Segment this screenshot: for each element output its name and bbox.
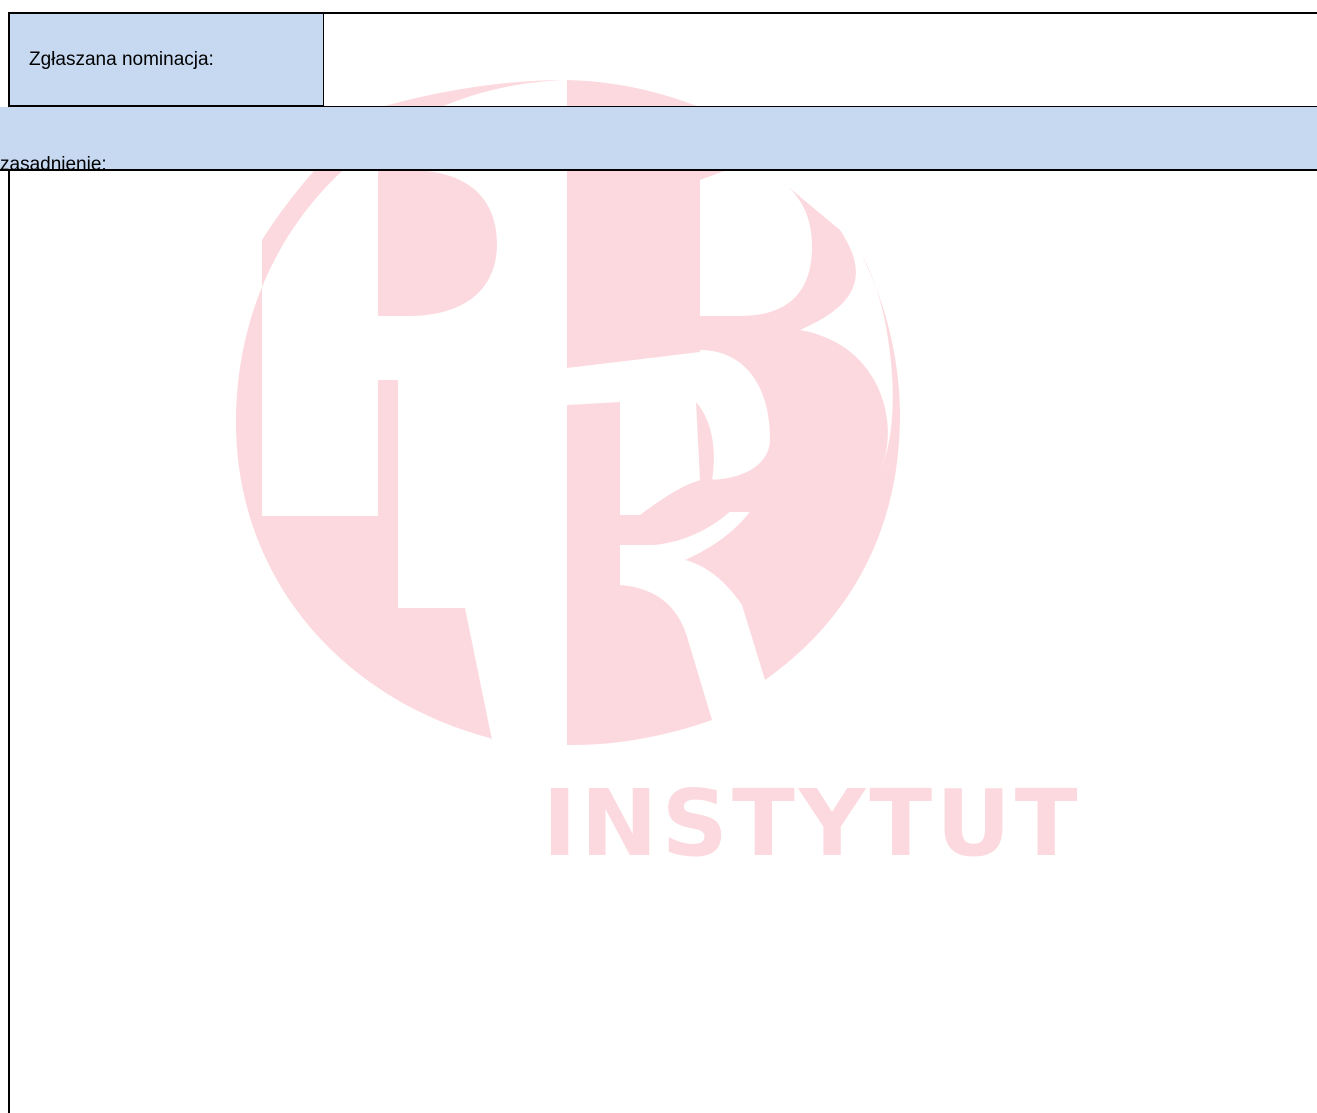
- nomination-label: Zgłaszana nominacja:: [29, 48, 214, 70]
- nomination-value-field[interactable]: [324, 12, 1317, 107]
- nomination-label-cell: Zgłaszana nominacja:: [8, 12, 324, 107]
- nomination-form: Zgłaszana nominacja: zasadnienie:: [0, 0, 1317, 1113]
- justification-header: [0, 107, 1317, 171]
- justification-text-area[interactable]: [8, 171, 1317, 1113]
